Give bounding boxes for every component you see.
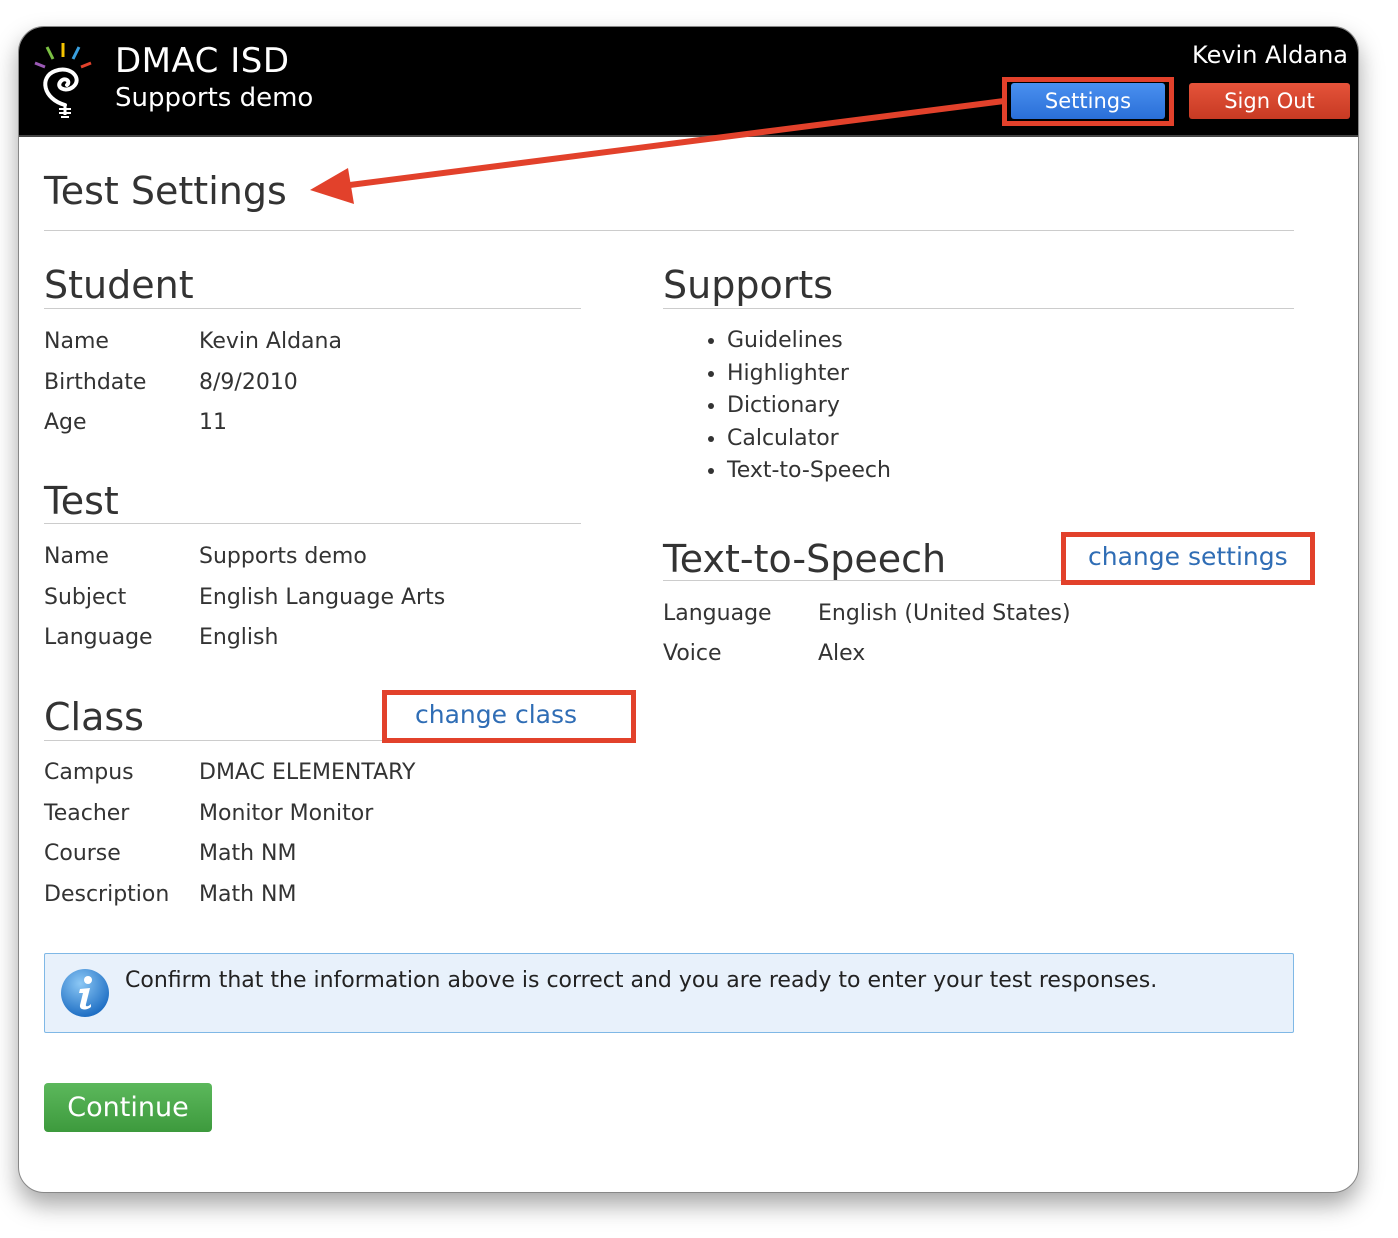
field-label: Name [44,544,109,569]
field-label: Subject [44,585,127,610]
change-class-highlight-box [382,690,636,743]
field-label: Age [44,410,87,435]
page-title: Test Settings [44,169,287,213]
field-label: Campus [44,760,134,785]
list-item: Highlighter [727,358,891,391]
field-value: Math NM [199,841,297,866]
field-value: 11 [199,410,227,435]
test-divider [44,523,581,524]
test-name: Supports demo [115,83,314,113]
field-label: Language [44,625,153,650]
class-heading: Class [44,695,144,739]
field-label: Birthdate [44,370,147,395]
field-label: Teacher [44,801,130,826]
field-value: English [199,625,279,650]
tts-heading: Text-to-Speech [663,537,947,581]
app-window: DMAC ISD Supports demo Kevin Aldana Sett… [18,26,1359,1193]
field-label: Name [44,329,109,354]
field-value: Supports demo [199,544,367,569]
info-message: Confirm that the information above is co… [125,968,1158,993]
dmac-logo-icon [34,43,92,118]
field-value: English (United States) [818,601,1071,626]
org-name: DMAC ISD [115,41,290,81]
supports-divider [663,308,1294,309]
field-label: Voice [663,641,722,666]
student-divider [44,308,581,309]
change-settings-highlight-box [1061,532,1315,585]
field-value: 8/9/2010 [199,370,298,395]
user-name: Kevin Aldana [1192,41,1348,69]
field-value: DMAC ELEMENTARY [199,760,416,785]
settings-highlight-box [1002,77,1174,126]
field-label: Description [44,882,170,907]
field-value: Alex [818,641,866,666]
field-value: Math NM [199,882,297,907]
supports-heading: Supports [663,263,834,307]
test-heading: Test [44,479,119,523]
title-divider [44,230,1294,231]
list-item: Dictionary [727,390,891,423]
field-value: Kevin Aldana [199,329,342,354]
supports-list: Guidelines Highlighter Dictionary Calcul… [663,325,891,488]
continue-button[interactable]: Continue [44,1083,212,1132]
field-label: Language [663,601,772,626]
field-value: English Language Arts [199,585,446,610]
student-heading: Student [44,263,194,307]
sign-out-button[interactable]: Sign Out [1189,83,1350,119]
list-item: Guidelines [727,325,891,358]
info-icon [61,969,109,1017]
field-value: Monitor Monitor [199,801,374,826]
list-item: Calculator [727,423,891,456]
field-label: Course [44,841,121,866]
list-item: Text-to-Speech [727,455,891,488]
info-message-box: Confirm that the information above is co… [44,953,1294,1033]
